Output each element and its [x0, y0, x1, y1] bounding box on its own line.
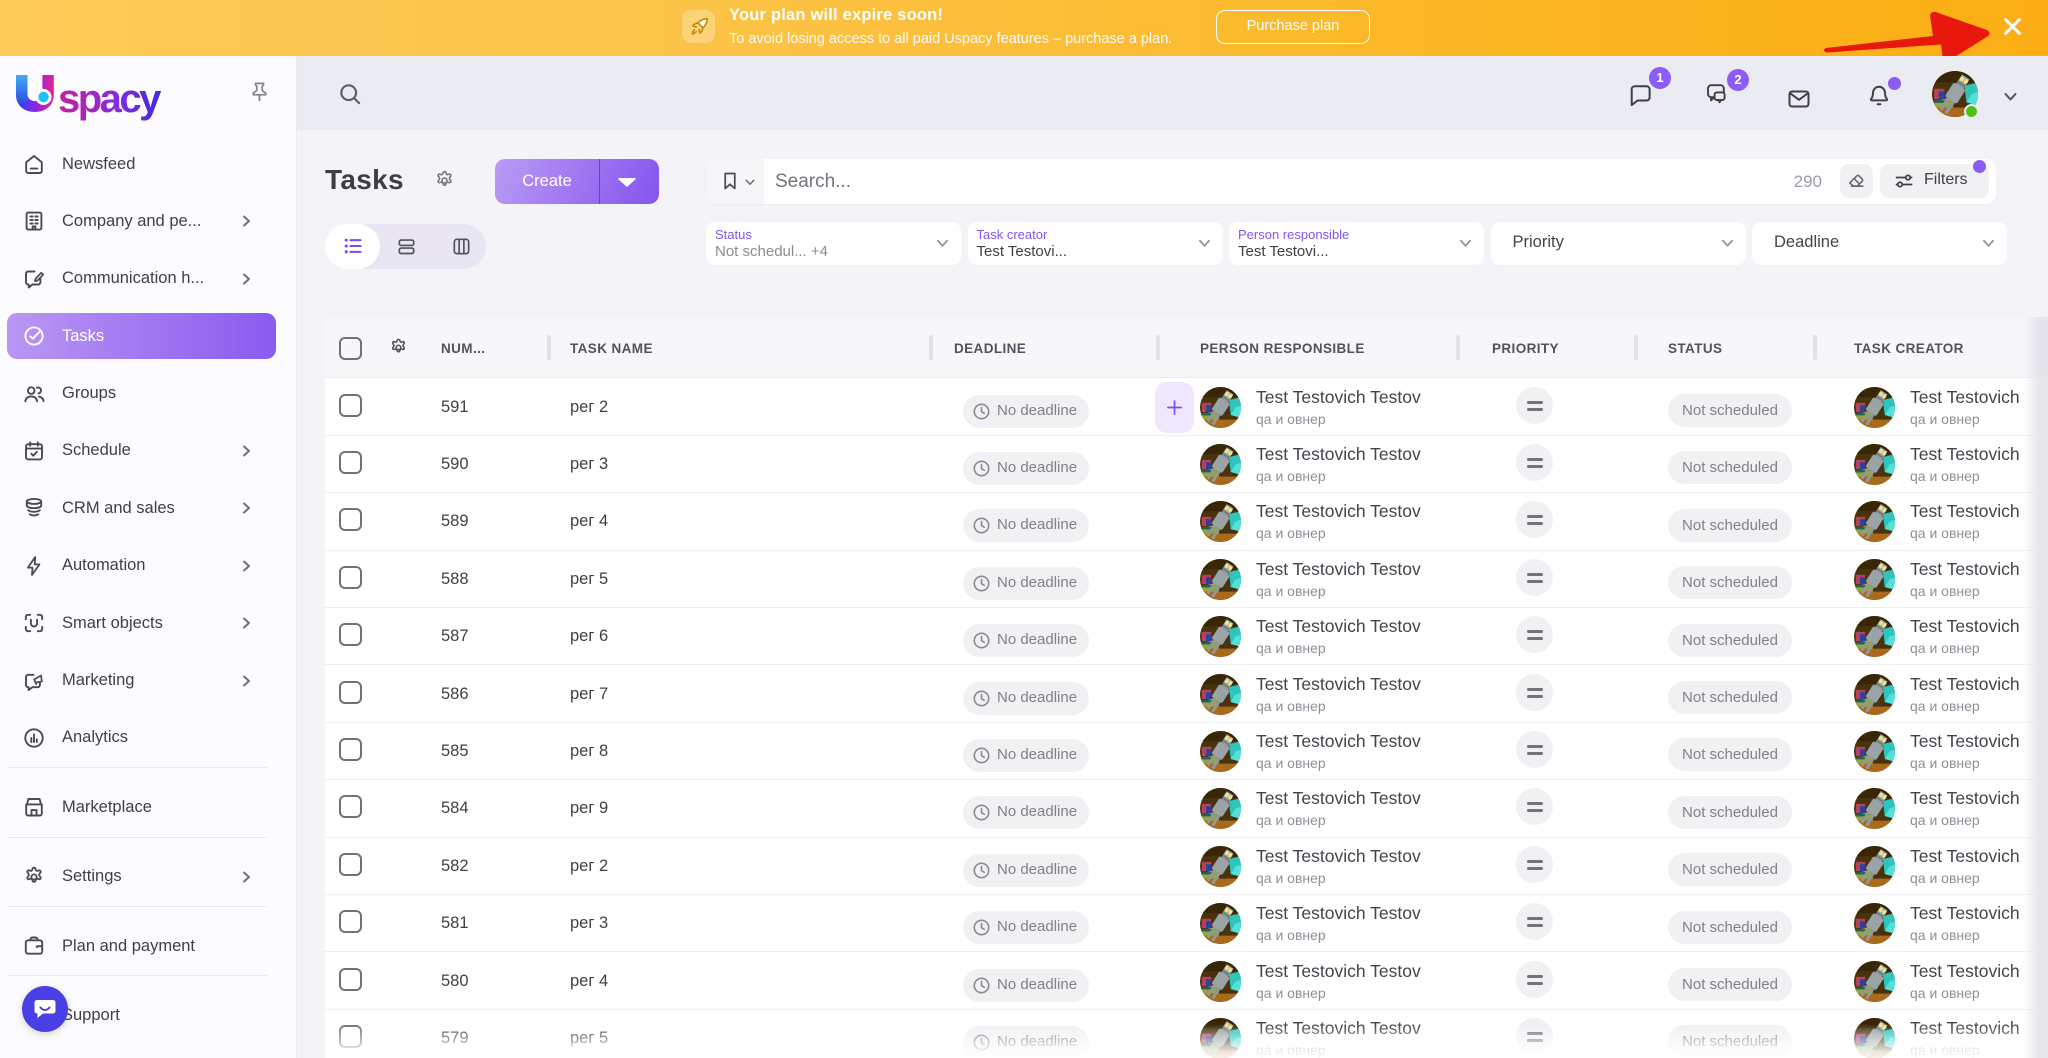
svg-text:spacy: spacy — [58, 77, 162, 121]
